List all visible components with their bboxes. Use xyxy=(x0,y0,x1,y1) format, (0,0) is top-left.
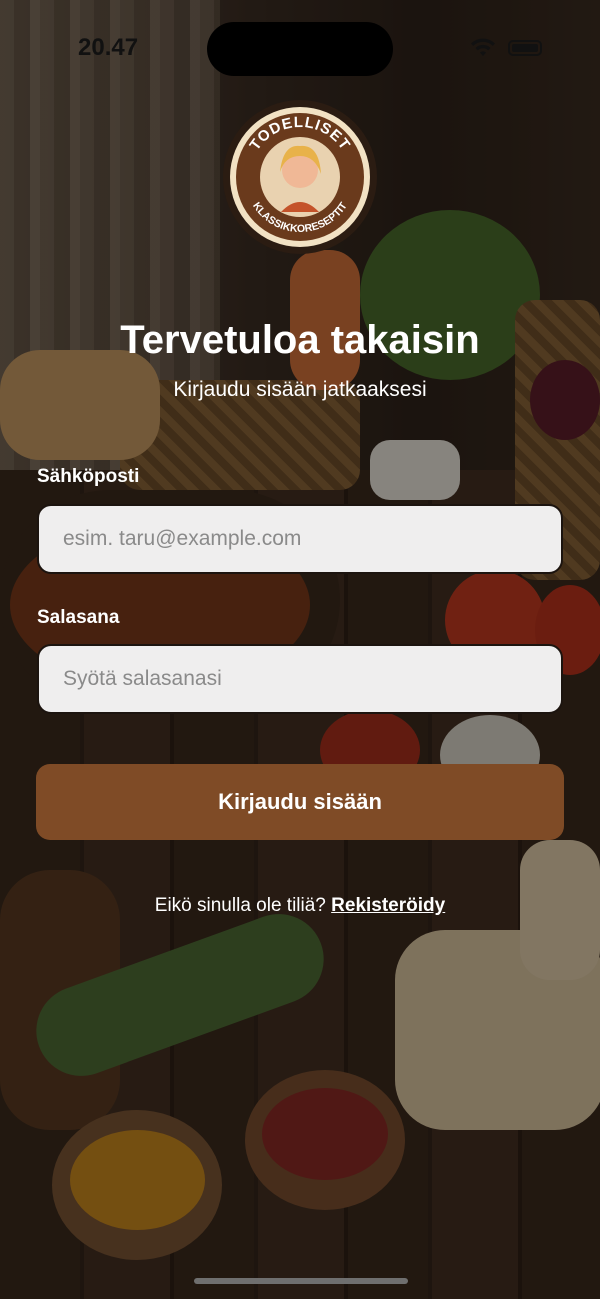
register-prompt-text: Eikö sinulla ole tiliä? xyxy=(154,895,326,916)
battery-icon xyxy=(508,40,542,56)
home-indicator[interactable] xyxy=(194,1278,408,1284)
password-field[interactable] xyxy=(37,644,563,714)
page-title: Tervetuloa takaisin xyxy=(120,318,480,362)
status-time: 20.47 xyxy=(78,34,139,61)
email-label: Sähköposti xyxy=(37,466,140,487)
password-label: Salasana xyxy=(37,607,120,628)
page-subtitle: Kirjaudu sisään jatkaaksesi xyxy=(173,378,427,401)
app-logo: TODELLISET KLASSIKKORESEPTIT xyxy=(223,100,377,254)
login-button[interactable]: Kirjaudu sisään xyxy=(36,764,564,840)
register-link[interactable]: Rekisteröidy xyxy=(331,895,445,916)
dynamic-island xyxy=(207,22,393,76)
register-prompt: Eikö sinulla ole tiliä? Rekisteröidy xyxy=(0,895,600,917)
wifi-icon xyxy=(471,38,495,56)
email-field[interactable] xyxy=(37,504,563,574)
